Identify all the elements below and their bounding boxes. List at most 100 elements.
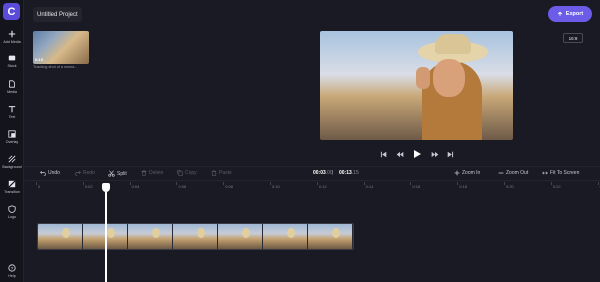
skip-start-icon [380,151,387,157]
sidebar-item-add-media[interactable]: Add Media [0,30,24,52]
play-icon [414,150,421,158]
timeline-ruler[interactable]: 0 0:02 0:04 0:06 0:08 0:10 0:12 0:14 0:16 0:18 0:2… [24,180,600,192]
overlay-icon [8,130,16,138]
ruler-tick-mark [270,182,271,185]
ruler-tick-mark [176,182,178,185]
sidebar-item-text[interactable]: Text [0,105,24,127]
split-button[interactable]: Split [108,170,127,177]
fast-forward-button[interactable] [431,151,439,158]
sidebar-item-overlay[interactable]: Overlay [0,130,24,152]
sidebar-item-stock[interactable]: Stock [0,54,24,76]
clip-frame-thumbnail [38,224,83,249]
copy-button[interactable]: Copy [177,170,197,176]
playhead-handle[interactable] [102,183,110,192]
ruler-tick-label: 0:04 [131,184,140,189]
stock-icon [8,55,16,61]
text-icon [8,106,16,113]
copy-label: Copy [185,170,197,176]
preview-figure-hand [416,67,430,89]
ruler-tick-label: 0:16 [412,184,421,189]
sidebar-item-transition[interactable]: Transition [0,180,24,202]
play-button[interactable] [412,149,422,159]
plus-icon [8,30,16,38]
sidebar-item-background[interactable]: Background [0,155,24,177]
left-sidebar: C Add Media Stock Media Text Overlay Bac… [0,0,24,282]
sidebar-item-media[interactable]: Media [0,80,24,102]
project-title[interactable]: Untitled Project [33,7,82,22]
preview-figure-hat-crown [435,34,471,54]
split-label: Split [117,170,127,177]
export-button[interactable]: Export [548,6,592,22]
sidebar-item-label: Help [8,274,16,278]
timeline-toolbar: Undo Redo Split Delete Copy Paste 00:03.… [24,166,600,180]
transition-icon [8,180,16,188]
current-time: 00:03.00 [313,170,333,176]
time-separator: | [332,170,334,176]
clip-frame-thumbnail [128,224,173,249]
ruler-tick-mark [129,182,131,185]
scissors-icon [108,170,115,177]
svg-text:?: ? [11,266,14,272]
delete-button[interactable]: Delete [141,170,163,176]
fit-arrows-icon [542,171,548,175]
ruler-tick-mark [82,182,84,185]
help-icon: ? [8,264,16,272]
media-thumbnail-image: 0:13 [33,31,89,64]
zoom-out-button[interactable]: Zoom Out [498,170,528,176]
playhead-line[interactable] [105,192,107,282]
ruler-tick-mark [316,182,318,185]
sidebar-item-help[interactable]: ? Help [0,264,24,282]
video-track-clip[interactable] [37,223,354,250]
rewind-button[interactable] [396,151,404,158]
ruler-tick-label: 0:14 [365,184,374,189]
paste-button[interactable]: Paste [211,170,232,176]
video-preview[interactable] [320,31,513,140]
paste-label: Paste [219,170,232,176]
ruler-tick-label: 0:08 [225,184,233,189]
sidebar-item-label: Background [2,165,22,169]
redo-label: Redo [83,170,95,176]
rewind-icon [396,151,403,157]
minus-icon [498,172,504,174]
undo-icon [40,170,46,176]
ruler-tick-mark [597,182,599,185]
sidebar-item-label: Overlay [5,140,19,144]
export-label: Export [565,11,584,17]
sidebar-item-label: Media [7,90,17,94]
ruler-tick-label: 0:20 [506,184,514,189]
upload-icon [557,11,562,16]
sidebar-item-label: Stock [7,64,17,68]
background-icon [8,155,16,163]
sidebar-item-label: Text [8,115,16,119]
media-caption: Tracking shot of a woma... [33,65,78,69]
app-logo[interactable]: C [3,3,20,20]
media-thumbnail[interactable]: 0:13 [33,31,89,64]
skip-start-button[interactable] [380,151,387,158]
clipboard-icon [211,170,217,176]
shield-icon [8,205,16,213]
undo-button[interactable]: Undo [40,170,60,176]
skip-end-button[interactable] [447,151,454,158]
ruler-tick-mark [504,182,505,185]
ruler-tick-mark [36,182,37,185]
sidebar-item-label: Transition [4,190,20,194]
total-time: 00:13.15 [339,170,359,176]
redo-button[interactable]: Redo [75,170,95,176]
zoom-in-button[interactable]: Zoom In [454,170,480,176]
ruler-tick-label: 0:06 [178,184,187,189]
zoom-in-label: Zoom In [462,170,481,176]
media-duration: 0:13 [35,57,44,62]
undo-label: Undo [48,170,60,176]
aspect-ratio-button[interactable]: 16:9 [563,33,583,43]
ruler-tick-label: 0:02 [84,184,93,189]
fit-to-screen-label: Fit To Screen [550,170,580,176]
sidebar-item-logo[interactable]: Logo [0,205,24,227]
plus-icon [454,170,460,176]
fit-to-screen-button[interactable]: Fit To Screen [542,170,579,176]
ruler-tick-mark [363,182,365,185]
clip-frame-thumbnail [218,224,263,249]
delete-label: Delete [149,170,164,176]
copy-icon [177,170,183,176]
skip-end-icon [447,151,454,157]
clip-frame-thumbnail [263,224,308,249]
